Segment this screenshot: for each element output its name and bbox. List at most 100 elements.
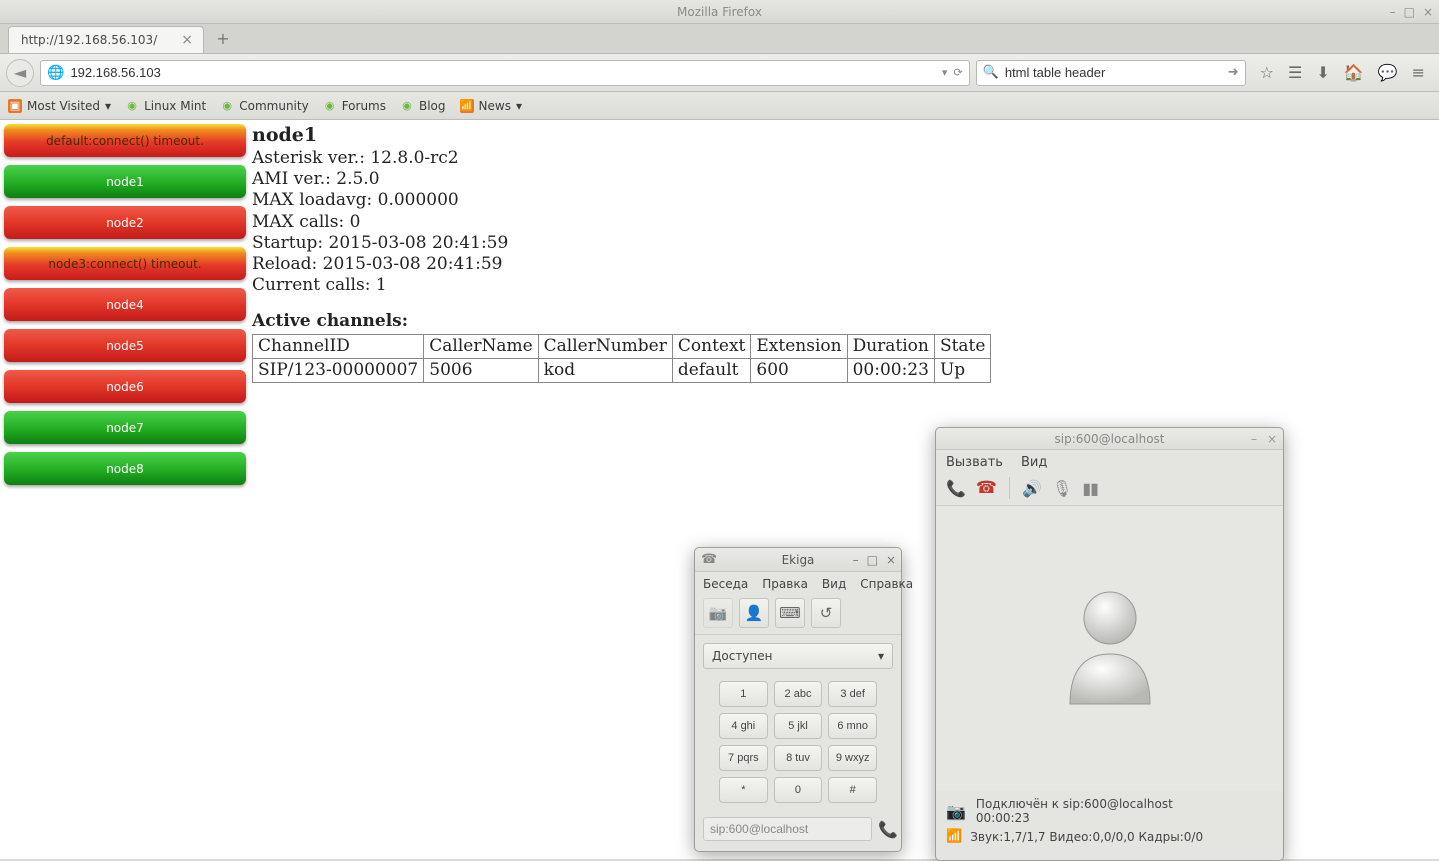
url-input[interactable]: [70, 65, 935, 80]
chat-icon[interactable]: 💬: [1378, 63, 1398, 82]
info-line: AMI ver.: 2.5.0: [252, 169, 991, 190]
window-minimize-button[interactable]: –: [853, 553, 859, 567]
pause-icon[interactable]: ▮▮: [1082, 479, 1098, 498]
browser-tab[interactable]: http://192.168.56.103/ ×: [8, 26, 204, 53]
home-icon[interactable]: 🏠: [1344, 63, 1364, 82]
call-icon[interactable]: 📞: [878, 820, 898, 839]
key-2[interactable]: 2 abc: [774, 681, 823, 707]
window-close-button[interactable]: ×: [886, 553, 896, 567]
address-bar: 📞: [695, 811, 901, 851]
key-1[interactable]: 1: [719, 681, 768, 707]
bookmark-linux-mint[interactable]: ◉ Linux Mint: [125, 99, 206, 113]
nav-toolbar: ◄ 🌐 ▾ ⟳ 🔍 ➜ ☆ ☰ ⬇ 🏠 💬 ≡: [0, 54, 1439, 92]
search-input[interactable]: [1005, 65, 1222, 80]
info-line: MAX calls: 0: [252, 212, 991, 233]
tab-strip: http://192.168.56.103/ × +: [0, 24, 1439, 54]
node-button-3[interactable]: node3:connect() timeout.: [4, 247, 246, 280]
node-button-2[interactable]: node2: [4, 206, 246, 239]
tab-close-icon[interactable]: ×: [181, 32, 193, 48]
bookmark-label: Most Visited: [27, 99, 100, 113]
info-line: Current calls: 1: [252, 275, 991, 296]
node-button-5[interactable]: node5: [4, 329, 246, 362]
sip-address-input[interactable]: [703, 817, 872, 841]
key-hash[interactable]: #: [828, 777, 877, 803]
page-content: default:connect() timeout.node1node2node…: [0, 120, 1439, 859]
bookmark-label: News: [479, 99, 511, 113]
key-0[interactable]: 0: [774, 777, 823, 803]
th-callernumber: CallerNumber: [538, 334, 672, 358]
url-dropdown-icon[interactable]: ▾: [942, 66, 948, 79]
th-callername: CallerName: [424, 334, 538, 358]
ekiga-titlebar[interactable]: ☎ Ekiga – □ ×: [695, 548, 901, 572]
reload-icon[interactable]: ⟳: [953, 66, 962, 79]
menu-chat[interactable]: Беседа: [703, 577, 748, 591]
node-button-4[interactable]: node4: [4, 288, 246, 321]
mint-icon: ◉: [220, 99, 234, 113]
history-button[interactable]: ↺: [811, 598, 841, 628]
window-minimize-button[interactable]: –: [1390, 5, 1396, 19]
sip-titlebar[interactable]: sip:600@localhost – ×: [936, 428, 1283, 450]
library-icon[interactable]: ☰: [1288, 63, 1302, 82]
key-3[interactable]: 3 def: [828, 681, 877, 707]
node-button-6[interactable]: node6: [4, 370, 246, 403]
mic-icon[interactable]: 🎙: [1052, 479, 1072, 498]
ekiga-title: Ekiga: [782, 553, 815, 567]
bookmark-most-visited[interactable]: ▣ Most Visited ▾: [8, 99, 111, 113]
ekiga-window[interactable]: ☎ Ekiga – □ × Беседа Правка Вид Справка …: [694, 547, 902, 852]
contacts-button[interactable]: 👤: [739, 598, 769, 628]
key-star[interactable]: *: [719, 777, 768, 803]
info-line: Startup: 2015-03-08 20:41:59: [252, 233, 991, 254]
bookmark-news[interactable]: 📶 News ▾: [460, 99, 522, 113]
bookmark-blog[interactable]: ◉ Blog: [400, 99, 446, 113]
window-minimize-button[interactable]: –: [1251, 432, 1257, 446]
menu-icon[interactable]: ≡: [1412, 63, 1425, 82]
node-button-0[interactable]: default:connect() timeout.: [4, 124, 246, 157]
status-dropdown[interactable]: Доступен ▾: [703, 643, 893, 669]
bookmark-community[interactable]: ◉ Community: [220, 99, 308, 113]
folder-icon: ▣: [8, 99, 22, 113]
url-bar[interactable]: 🌐 ▾ ⟳: [40, 60, 970, 86]
dialpad-button[interactable]: ⌨: [775, 598, 805, 628]
phone-icon: ☎: [701, 552, 717, 567]
new-tab-button[interactable]: +: [210, 27, 236, 49]
speaker-icon[interactable]: 🔊: [1022, 479, 1042, 498]
bookmark-label: Blog: [419, 99, 446, 113]
menu-help[interactable]: Справка: [860, 577, 913, 591]
camera-icon: 📷: [946, 802, 966, 821]
menu-view[interactable]: Вид: [822, 577, 846, 591]
td: 00:00:23: [847, 359, 934, 383]
menu-call[interactable]: Вызвать: [946, 455, 1003, 470]
hangup-icon[interactable]: ☎: [976, 478, 997, 498]
call-icon[interactable]: 📞: [946, 479, 966, 498]
node-title: node1: [252, 124, 991, 148]
key-8[interactable]: 8 tuv: [774, 745, 823, 771]
back-button[interactable]: ◄: [6, 59, 34, 87]
bookmark-forums[interactable]: ◉ Forums: [323, 99, 386, 113]
key-5[interactable]: 5 jkl: [774, 713, 823, 739]
menu-edit[interactable]: Правка: [762, 577, 808, 591]
window-close-button[interactable]: ×: [1267, 432, 1277, 446]
signal-icon: 📶: [946, 829, 962, 844]
search-go-icon[interactable]: ➜: [1228, 65, 1239, 80]
node-button-7[interactable]: node7: [4, 411, 246, 444]
window-maximize-button[interactable]: □: [867, 553, 878, 567]
search-bar[interactable]: 🔍 ➜: [976, 60, 1246, 86]
info-line: MAX loadavg: 0.000000: [252, 190, 991, 211]
status-line: Подключён к sip:600@localhost: [976, 797, 1173, 811]
key-4[interactable]: 4 ghi: [719, 713, 768, 739]
window-maximize-button[interactable]: □: [1404, 5, 1415, 19]
node-button-8[interactable]: node8: [4, 452, 246, 485]
key-6[interactable]: 6 mno: [828, 713, 877, 739]
window-close-button[interactable]: ×: [1423, 5, 1433, 19]
bookmark-star-icon[interactable]: ☆: [1260, 63, 1274, 82]
key-7[interactable]: 7 pqrs: [719, 745, 768, 771]
separator: [1009, 477, 1010, 499]
camera-button: 📷: [703, 598, 733, 628]
sip-status: 📷 Подключён к sip:600@localhost 00:00:23: [936, 791, 1283, 825]
downloads-icon[interactable]: ⬇: [1316, 63, 1329, 82]
menu-view[interactable]: Вид: [1021, 455, 1047, 470]
sip-call-window[interactable]: sip:600@localhost – × Вызвать Вид 📞 ☎ 🔊 …: [935, 427, 1284, 861]
node-button-1[interactable]: node1: [4, 165, 246, 198]
sip-toolbar: 📞 ☎ 🔊 🎙 ▮▮: [936, 475, 1283, 506]
key-9[interactable]: 9 wxyz: [828, 745, 877, 771]
